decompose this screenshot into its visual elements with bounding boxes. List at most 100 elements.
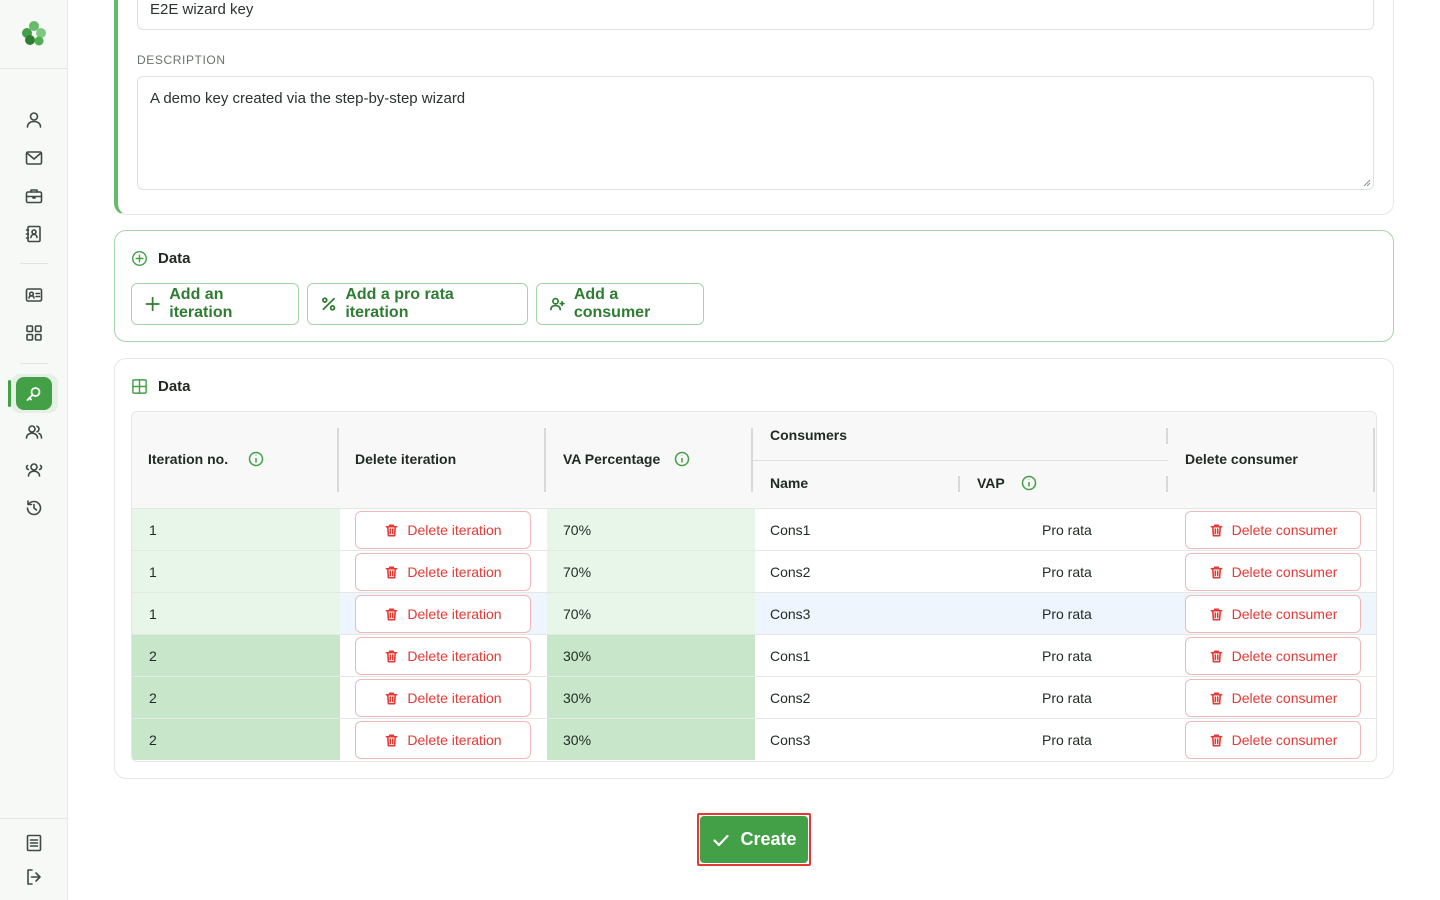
iteration-cell: 1 (132, 551, 340, 592)
description-textarea[interactable]: A demo key created via the step-by-step … (137, 76, 1374, 190)
header-va-percentage: VA Percentage (563, 451, 690, 467)
history-icon[interactable] (24, 498, 44, 518)
header-iteration-no: Iteration no. (148, 451, 264, 467)
briefcase-icon[interactable] (24, 186, 44, 206)
consumer-name-cell: Cons3 (770, 731, 811, 748)
sidebar-divider (20, 263, 48, 264)
vap-cell: Pro rata (1042, 521, 1092, 538)
resize-grip-icon[interactable] (1363, 179, 1371, 187)
va-percentage-cell: 30% (547, 719, 755, 760)
delete-consumer-button[interactable]: Delete consumer (1185, 679, 1361, 717)
column-resizer[interactable] (1166, 476, 1168, 492)
sidebar-divider (0, 68, 68, 69)
delete-iteration-button[interactable]: Delete iteration (355, 595, 531, 633)
vap-cell: Pro rata (1042, 563, 1092, 580)
trash-icon (385, 650, 398, 662)
va-percentage-cell: 70% (547, 593, 755, 634)
consumer-name-cell: Cons3 (770, 605, 811, 622)
logout-icon[interactable] (24, 867, 44, 887)
column-resizer[interactable] (958, 476, 960, 492)
trash-icon (385, 692, 398, 704)
table-row[interactable]: 2 Delete iteration 30% Cons2 Pro rata De… (132, 677, 1376, 719)
va-percentage-cell: 30% (547, 635, 755, 676)
delete-iteration-button[interactable]: Delete iteration (355, 511, 531, 549)
trash-icon (385, 524, 398, 536)
table-row[interactable]: 1 Delete iteration 70% Cons1 Pro rata De… (132, 509, 1376, 551)
create-button[interactable]: Create (700, 816, 808, 863)
iterations-table: Iteration no. Delete iteration VA Percen… (131, 411, 1377, 762)
va-percentage-cell: 70% (547, 551, 755, 592)
delete-iteration-button[interactable]: Delete iteration (355, 721, 531, 759)
delete-consumer-button[interactable]: Delete consumer (1185, 553, 1361, 591)
trash-icon (385, 566, 398, 578)
actions-section-title: Data (131, 250, 191, 267)
info-icon[interactable] (248, 451, 264, 467)
document-icon[interactable] (24, 833, 44, 853)
consumer-name-cell: Cons2 (770, 563, 811, 580)
trash-icon (1210, 734, 1223, 746)
sidebar-divider (0, 818, 68, 819)
consumer-name-cell: Cons1 (770, 647, 811, 664)
vap-cell: Pro rata (1042, 647, 1092, 664)
trash-icon (385, 608, 398, 620)
trash-icon (385, 734, 398, 746)
table-header: Iteration no. Delete iteration VA Percen… (132, 412, 1376, 509)
delete-iteration-button[interactable]: Delete iteration (355, 679, 531, 717)
vap-cell: Pro rata (1042, 605, 1092, 622)
vap-cell: Pro rata (1042, 689, 1092, 706)
delete-iteration-button[interactable]: Delete iteration (355, 637, 531, 675)
delete-iteration-button[interactable]: Delete iteration (355, 553, 531, 591)
delete-consumer-button[interactable]: Delete consumer (1185, 511, 1361, 549)
plus-circle-icon (131, 250, 148, 267)
table-row[interactable]: 1 Delete iteration 70% Cons2 Pro rata De… (132, 551, 1376, 593)
percent-icon (322, 297, 336, 311)
header-delete-consumer: Delete consumer (1185, 451, 1298, 467)
key-search-icon[interactable] (16, 377, 52, 410)
table-row[interactable]: 2 Delete iteration 30% Cons1 Pro rata De… (132, 635, 1376, 677)
vap-cell: Pro rata (1042, 731, 1092, 748)
header-vap: VAP (977, 475, 1037, 491)
mail-icon[interactable] (24, 148, 44, 168)
va-percentage-cell: 30% (547, 677, 755, 718)
column-resizer[interactable] (337, 428, 339, 492)
iteration-cell: 1 (132, 593, 340, 634)
trash-icon (1210, 524, 1223, 536)
consumer-name-cell: Cons2 (770, 689, 811, 706)
key-name-input[interactable]: E2E wizard key (137, 0, 1374, 30)
va-percentage-cell: 70% (547, 509, 755, 550)
trash-icon (1210, 650, 1223, 662)
description-label: DESCRIPTION (137, 53, 226, 67)
table-row[interactable]: 1 Delete iteration 70% Cons3 Pro rata De… (132, 593, 1376, 635)
contact-book-icon[interactable] (24, 224, 44, 244)
sidebar (0, 0, 68, 900)
add-iteration-button[interactable]: Add an iteration (131, 283, 299, 325)
header-consumers: Consumers (770, 427, 848, 443)
iteration-cell: 2 (132, 719, 340, 760)
column-resizer[interactable] (1166, 428, 1168, 444)
id-card-icon[interactable] (24, 285, 44, 305)
description-text: A demo key created via the step-by-step … (150, 90, 466, 107)
clover-logo-icon[interactable] (19, 18, 49, 48)
info-icon[interactable] (674, 451, 690, 467)
table-icon (132, 379, 147, 394)
column-resizer[interactable] (544, 428, 546, 492)
delete-consumer-button[interactable]: Delete consumer (1185, 637, 1361, 675)
iteration-cell: 2 (132, 677, 340, 718)
add-consumer-button[interactable]: Add a consumer (536, 283, 704, 325)
users-icon[interactable] (24, 422, 44, 442)
delete-consumer-button[interactable]: Delete consumer (1185, 721, 1361, 759)
trash-icon (1210, 566, 1223, 578)
user-icon[interactable] (24, 110, 44, 130)
info-icon[interactable] (1021, 475, 1037, 491)
header-group-divider (753, 460, 1168, 461)
column-resizer[interactable] (1373, 428, 1375, 492)
user-plus-icon (550, 297, 565, 311)
table-row[interactable]: 2 Delete iteration 30% Cons3 Pro rata De… (132, 719, 1376, 761)
data-actions-card (114, 230, 1394, 342)
add-pro-rata-iteration-button[interactable]: Add a pro rata iteration (307, 283, 528, 325)
iteration-cell: 1 (132, 509, 340, 550)
users-alt-icon[interactable] (24, 460, 44, 480)
grid-icon[interactable] (24, 323, 44, 343)
header-name: Name (770, 475, 809, 491)
delete-consumer-button[interactable]: Delete consumer (1185, 595, 1361, 633)
